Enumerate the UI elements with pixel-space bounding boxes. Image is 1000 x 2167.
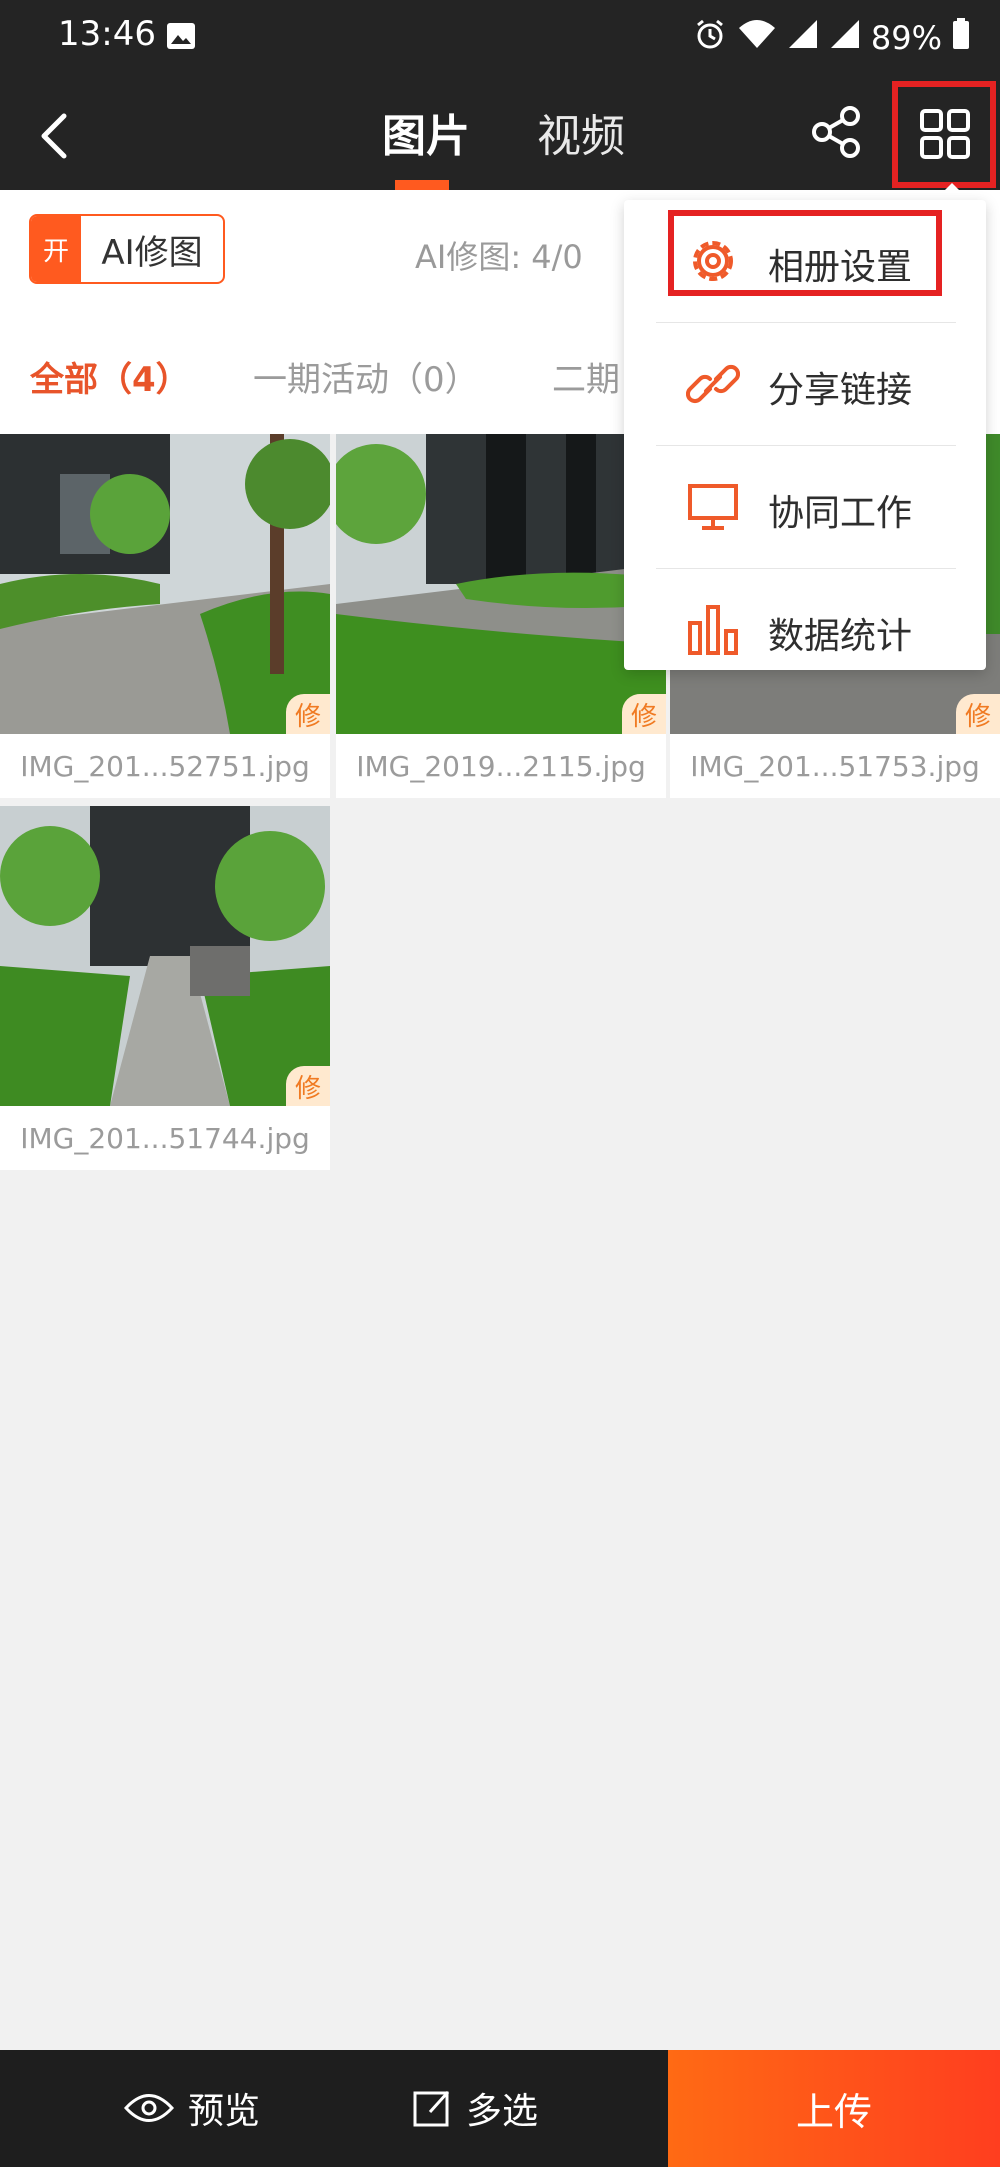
tab-photos[interactable]: 图片	[382, 100, 470, 164]
back-button[interactable]	[30, 104, 86, 164]
upload-label: 上传	[795, 2090, 872, 2134]
menu-label: 分享链接	[768, 370, 913, 411]
monitor-icon	[686, 480, 740, 534]
photo-filename: IMG_201...52751.jpg	[0, 734, 330, 798]
chevron-left-icon	[41, 113, 67, 159]
status-bar: 13:46 89%	[0, 0, 1000, 78]
ai-retouch-count: AI修图: 4/0	[415, 238, 583, 276]
eye-icon	[124, 2094, 174, 2122]
menu-item-statistics[interactable]: 数据统计	[624, 569, 986, 691]
category-phase-1[interactable]: 一期活动（0）	[253, 352, 479, 401]
preview-button[interactable]: 预览	[124, 2082, 260, 2134]
battery-text: 89%	[870, 19, 942, 57]
more-menu-button[interactable]	[892, 81, 996, 191]
toggle-label: AI修图	[101, 232, 203, 273]
link-icon	[685, 357, 741, 411]
retouch-badge: 修	[286, 1066, 330, 1106]
menu-item-collaboration[interactable]: 协同工作	[624, 446, 986, 568]
retouch-badge: 修	[286, 694, 330, 734]
menu-item-share-link[interactable]: 分享链接	[624, 323, 986, 445]
alarm-icon	[693, 17, 727, 59]
share-icon	[812, 106, 860, 158]
photo-filename: IMG_201...51753.jpg	[670, 734, 1000, 798]
ai-retouch-toggle[interactable]: 开 AI修图	[29, 214, 225, 284]
multi-select-button[interactable]: 多选	[412, 2082, 538, 2134]
status-time: 13:46	[58, 14, 156, 54]
battery-icon	[952, 18, 970, 58]
photo-filename: IMG_2019...2115.jpg	[336, 734, 666, 798]
photo-thumbnail[interactable]	[0, 434, 330, 734]
highlight-box	[668, 210, 942, 296]
toggle-state: 开	[31, 216, 81, 282]
top-bar: 图片 视频	[0, 78, 1000, 191]
image-notification-icon	[166, 22, 196, 50]
photo-thumbnail[interactable]	[0, 806, 330, 1106]
photo-card[interactable]: 修 IMG_2019...2115.jpg	[336, 434, 666, 798]
active-tab-indicator	[395, 180, 449, 190]
retouch-badge: 修	[622, 694, 666, 734]
photo-card[interactable]: 修 IMG_201...51744.jpg	[0, 806, 330, 1170]
menu-label: 协同工作	[768, 493, 913, 534]
wifi-icon	[737, 18, 777, 58]
bar-chart-icon	[686, 603, 740, 657]
upload-button[interactable]: 上传	[668, 2050, 1000, 2167]
photo-thumbnail[interactable]	[336, 434, 666, 734]
status-indicators: 89%	[693, 14, 970, 62]
category-all[interactable]: 全部（4）	[30, 352, 190, 401]
grid-icon	[920, 109, 970, 159]
tab-video[interactable]: 视频	[537, 100, 625, 164]
edit-icon	[413, 2090, 450, 2127]
photo-filename: IMG_201...51744.jpg	[0, 1106, 330, 1170]
multi-select-label: 多选	[466, 2091, 539, 2132]
retouch-badge: 修	[956, 694, 1000, 734]
category-phase-2[interactable]: 二期	[552, 352, 620, 401]
preview-label: 预览	[188, 2091, 261, 2132]
bottom-action-bar: 预览 多选 上传	[0, 2050, 1000, 2167]
photo-card[interactable]: 修 IMG_201...52751.jpg	[0, 434, 330, 798]
signal-icon-2	[829, 18, 861, 58]
menu-label: 数据统计	[768, 616, 913, 657]
signal-icon	[787, 18, 819, 58]
share-button[interactable]	[806, 102, 866, 162]
